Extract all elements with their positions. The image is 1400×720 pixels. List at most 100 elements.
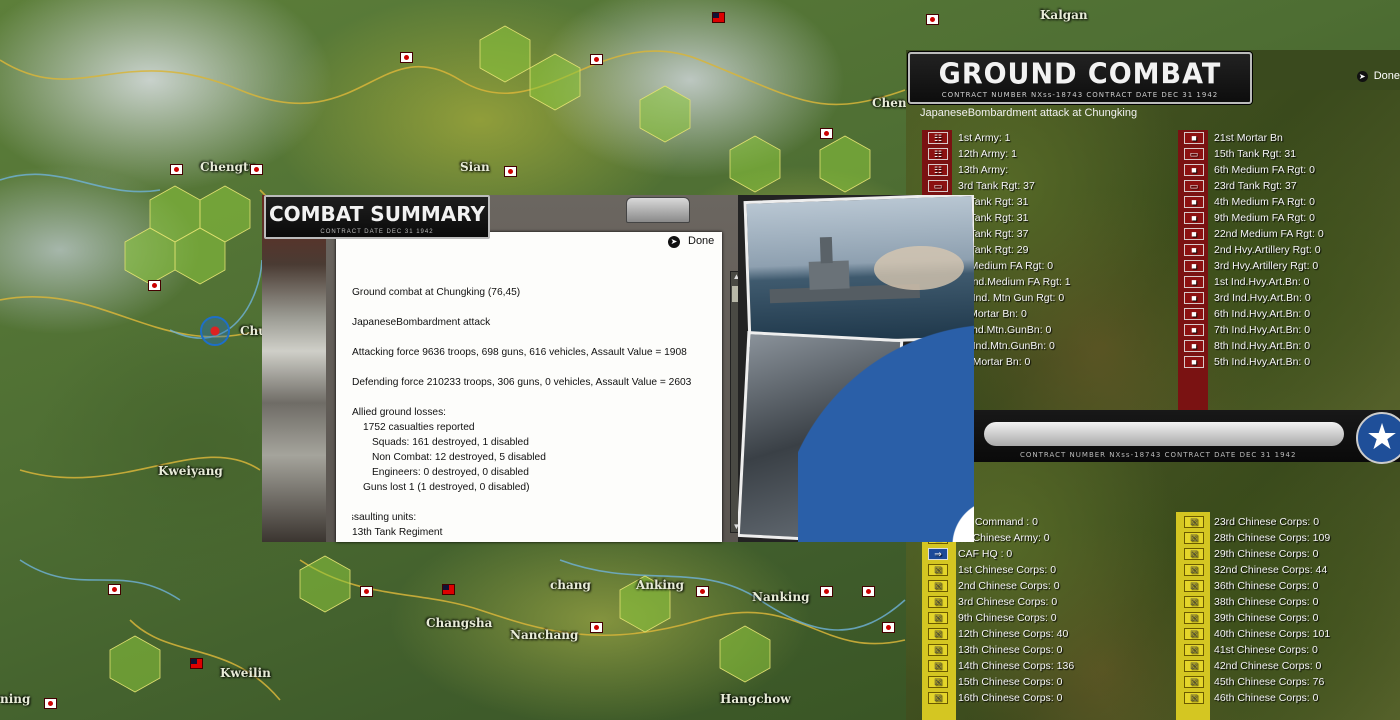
unit-row[interactable]: ☒ 15th Chinese Corps: 0 xyxy=(928,674,1074,690)
chinese-unit-icon[interactable] xyxy=(190,658,203,669)
unit-row[interactable]: ☒ 14th Chinese Corps: 136 xyxy=(928,658,1074,674)
unit-label: 23rd Chinese Corps: 0 xyxy=(1214,516,1320,528)
unit-row[interactable]: ■ 21st Mortar Bn xyxy=(1184,130,1324,146)
japanese-unit-icon[interactable] xyxy=(148,280,161,291)
unit-row[interactable]: ■ 9th Medium FA Rgt: 0 xyxy=(1184,210,1324,226)
unit-counter-icon: ☒ xyxy=(1184,580,1204,592)
unit-counter-icon: ☷ xyxy=(928,148,948,160)
unit-row[interactable]: ☒ 9th Chinese Corps: 0 xyxy=(928,610,1074,626)
unit-row[interactable]: ☷ 1st Army: 1 xyxy=(928,130,1071,146)
unit-counter-icon: ■ xyxy=(1184,292,1204,304)
japanese-unit-icon[interactable] xyxy=(504,166,517,177)
unit-row[interactable]: ☒ 46th Chinese Corps: 0 xyxy=(1184,690,1330,706)
summary-line: Ground combat at Chungking (76,45) xyxy=(352,287,521,298)
japanese-unit-icon[interactable] xyxy=(926,14,939,25)
chinese-unit-icon[interactable] xyxy=(712,12,725,23)
photo-collage-left xyxy=(262,195,332,542)
unit-row[interactable]: ⇒ CAF HQ : 0 xyxy=(928,546,1074,562)
unit-row[interactable]: ▭ 15th Tank Rgt: 31 xyxy=(1184,146,1324,162)
unit-counter-icon: ■ xyxy=(1184,164,1204,176)
done-label: Done xyxy=(688,235,715,247)
combat-headline: JapaneseBombardment attack at Chungking xyxy=(920,107,1138,119)
unit-row[interactable]: ☒ 16th Chinese Corps: 0 xyxy=(928,690,1074,706)
unit-row[interactable]: ■ 3rd Ind.Hvy.Art.Bn: 0 xyxy=(1184,290,1324,306)
japanese-unit-icon[interactable] xyxy=(170,164,183,175)
unit-row[interactable]: ☒ 39th Chinese Corps: 0 xyxy=(1184,610,1330,626)
unit-row[interactable]: ☒ 2nd Chinese Corps: 0 xyxy=(928,578,1074,594)
unit-label: 7th Ind.Hvy.Art.Bn: 0 xyxy=(1214,324,1311,336)
unit-label: 2nd Hvy.Artillery Rgt: 0 xyxy=(1214,244,1321,256)
japanese-unit-icon[interactable] xyxy=(250,164,263,175)
photo-collage-right xyxy=(738,195,974,542)
unit-row[interactable]: ■ 6th Ind.Hvy.Art.Bn: 0 xyxy=(1184,306,1324,322)
unit-label: 9th Medium FA Rgt: 0 xyxy=(1214,212,1315,224)
unit-counter-icon: ■ xyxy=(1184,324,1204,336)
unit-row[interactable]: ☒ 23rd Chinese Corps: 0 xyxy=(1184,514,1330,530)
unit-label: CAF HQ : 0 xyxy=(958,548,1013,560)
unit-row[interactable]: ▭ 3rd Tank Rgt: 37 xyxy=(928,178,1071,194)
unit-row[interactable]: ☒ 12th Chinese Corps: 40 xyxy=(928,626,1074,642)
unit-row[interactable]: ☒ 32nd Chinese Corps: 44 xyxy=(1184,562,1330,578)
japanese-unit-icon[interactable] xyxy=(590,54,603,65)
chinese-unit-icon[interactable] xyxy=(442,584,455,595)
unit-label: 45th Chinese Corps: 76 xyxy=(1214,676,1325,688)
unit-row[interactable]: ■ 5th Ind.Hvy.Art.Bn: 0 xyxy=(1184,354,1324,370)
unit-row[interactable]: ■ 8th Ind.Hvy.Art.Bn: 0 xyxy=(1184,338,1324,354)
japanese-unit-icon[interactable] xyxy=(820,586,833,597)
unit-label: 40th Chinese Corps: 101 xyxy=(1214,628,1331,640)
unit-label: 16th Chinese Corps: 0 xyxy=(958,692,1063,704)
unit-row[interactable]: ☒ 41st Chinese Corps: 0 xyxy=(1184,642,1330,658)
unit-row[interactable]: ☷ 12th Army: 1 xyxy=(928,146,1071,162)
unit-row[interactable]: ■ 1st Ind.Hvy.Art.Bn: 0 xyxy=(1184,274,1324,290)
combat-target-icon[interactable] xyxy=(200,316,230,346)
combat-summary-done-button[interactable]: ➤ Done xyxy=(668,235,714,248)
japanese-unit-icon[interactable] xyxy=(108,584,121,595)
unit-row[interactable]: ☒ 36th Chinese Corps: 0 xyxy=(1184,578,1330,594)
unit-row[interactable]: ■ 7th Ind.Hvy.Art.Bn: 0 xyxy=(1184,322,1324,338)
unit-counter-icon: ■ xyxy=(1184,340,1204,352)
japanese-unit-icon[interactable] xyxy=(360,586,373,597)
unit-row[interactable]: ■ 3rd Hvy.Artillery Rgt: 0 xyxy=(1184,258,1324,274)
unit-row[interactable]: ☒ 45th Chinese Corps: 76 xyxy=(1184,674,1330,690)
unit-label: 42nd Chinese Corps: 0 xyxy=(1214,660,1322,672)
unit-row[interactable]: ☒ 40th Chinese Corps: 101 xyxy=(1184,626,1330,642)
unit-counter-icon: ☒ xyxy=(928,660,948,672)
unit-label: 39th Chinese Corps: 0 xyxy=(1214,612,1319,624)
japanese-unit-icon[interactable] xyxy=(882,622,895,633)
ground-combat-done-button[interactable]: ➤ Done xyxy=(1356,70,1400,82)
unit-label: 13th Army: xyxy=(958,164,1009,176)
japanese-unit-icon[interactable] xyxy=(696,586,709,597)
unit-counter-icon: ■ xyxy=(1184,228,1204,240)
unit-row[interactable]: ☒ 42nd Chinese Corps: 0 xyxy=(1184,658,1330,674)
unit-row[interactable]: ☒ 28th Chinese Corps: 109 xyxy=(1184,530,1330,546)
city-label: Chen xyxy=(872,96,907,110)
combat-summary-dialog: COMBAT SUMMARY CONTRACT DATE DEC 31 1942… xyxy=(262,195,974,542)
unit-row[interactable]: ☒ 1st Chinese Corps: 0 xyxy=(928,562,1074,578)
arrow-right-icon: ➤ xyxy=(668,236,680,248)
unit-counter-icon: ■ xyxy=(1184,212,1204,224)
japanese-unit-icon[interactable] xyxy=(44,698,57,709)
unit-row[interactable]: ▭ 23rd Tank Rgt: 37 xyxy=(1184,178,1324,194)
unit-row[interactable]: ☒ 38th Chinese Corps: 0 xyxy=(1184,594,1330,610)
unit-row[interactable]: ☷ 13th Army: xyxy=(928,162,1071,178)
summary-line: Allied ground losses: xyxy=(352,407,447,418)
unit-row[interactable]: ■ 6th Medium FA Rgt: 0 xyxy=(1184,162,1324,178)
japanese-unit-icon[interactable] xyxy=(400,52,413,63)
summary-text: Ground combat at Chungking (76,45) Japan… xyxy=(352,287,712,537)
summary-line: Engineers: 0 destroyed, 0 disabled xyxy=(372,467,529,478)
unit-label: 28th Chinese Corps: 109 xyxy=(1214,532,1331,544)
japanese-unit-icon[interactable] xyxy=(590,622,603,633)
unit-row[interactable]: ☒ 13th Chinese Corps: 0 xyxy=(928,642,1074,658)
japanese-unit-icon[interactable] xyxy=(862,586,875,597)
unit-label: 15th Tank Rgt: 31 xyxy=(1214,148,1297,160)
japanese-unit-icon[interactable] xyxy=(820,128,833,139)
unit-row[interactable]: ■ 22nd Medium FA Rgt: 0 xyxy=(1184,226,1324,242)
unit-row[interactable]: ■ 4th Medium FA Rgt: 0 xyxy=(1184,194,1324,210)
unit-row[interactable]: ☒ 3rd Chinese Corps: 0 xyxy=(928,594,1074,610)
unit-label: 6th Ind.Hvy.Art.Bn: 0 xyxy=(1214,308,1311,320)
unit-row[interactable]: ☒ 29th Chinese Corps: 0 xyxy=(1184,546,1330,562)
unit-row[interactable]: ■ 2nd Hvy.Artillery Rgt: 0 xyxy=(1184,242,1324,258)
city-label: Anking xyxy=(636,578,685,592)
city-label: Sian xyxy=(460,160,490,174)
divider-contract-text: CONTRACT NUMBER NXss-18743 CONTRACT DATE… xyxy=(1020,451,1297,459)
